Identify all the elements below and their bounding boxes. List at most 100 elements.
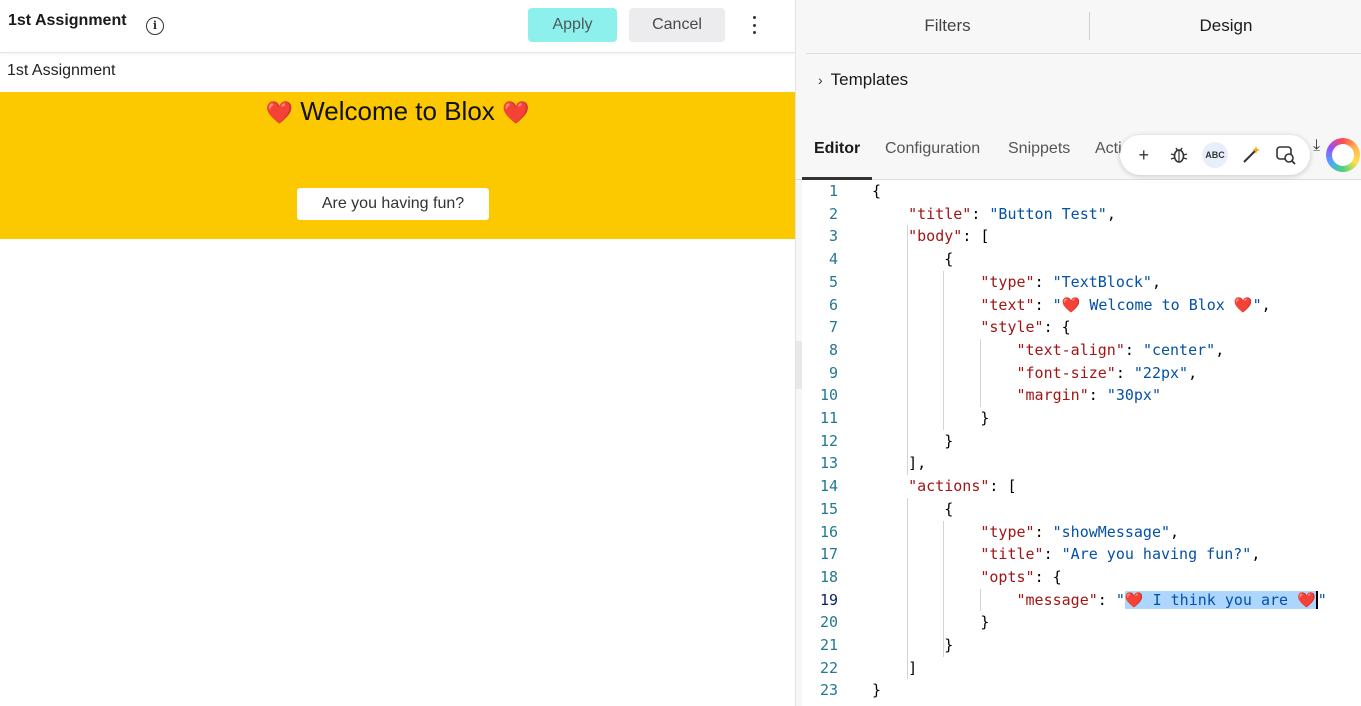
- code-line[interactable]: 6 "text": "❤️ Welcome to Blox ❤️",: [802, 294, 1361, 317]
- line-number: 13: [819, 454, 838, 473]
- code-line[interactable]: 17 "title": "Are you having fun?",: [802, 543, 1361, 566]
- download-icon[interactable]: ⤓: [1313, 137, 1320, 155]
- code-line[interactable]: 11 }: [802, 407, 1361, 430]
- cancel-button[interactable]: Cancel: [629, 8, 725, 42]
- code-text: }: [872, 431, 954, 450]
- code-text: "actions": [: [908, 477, 1017, 496]
- line-number: 22: [819, 658, 838, 677]
- search-chat-icon[interactable]: [1273, 142, 1299, 168]
- code-line[interactable]: 13 ],: [802, 452, 1361, 475]
- code-line[interactable]: 7 "style": {: [802, 316, 1361, 339]
- line-number: 9: [828, 363, 838, 382]
- code-line[interactable]: 10 "margin": "30px": [802, 384, 1361, 407]
- indent-guide: [907, 225, 909, 476]
- banner-text: Welcome to Blox: [300, 96, 495, 126]
- line-number: 17: [819, 545, 838, 564]
- code-text: "title": "Are you having fun?",: [980, 545, 1261, 564]
- line-number: 12: [819, 431, 838, 450]
- card-banner: ❤️ Welcome to Blox ❤️ Are you having fun…: [0, 92, 795, 239]
- code-line[interactable]: 2 "title": "Button Test",: [802, 203, 1361, 226]
- code-line[interactable]: 3 "body": [: [802, 225, 1361, 248]
- code-text: "style": {: [980, 318, 1071, 337]
- templates-expander[interactable]: › Templates: [818, 70, 908, 90]
- code-line[interactable]: 14 "actions": [: [802, 475, 1361, 498]
- line-number: 1: [828, 182, 838, 200]
- code-line[interactable]: 4 {: [802, 248, 1361, 271]
- fun-button[interactable]: Are you having fun?: [297, 188, 489, 220]
- tab-configuration[interactable]: Configuration: [885, 140, 980, 158]
- code-text: ],: [872, 454, 927, 473]
- code-text: "type": "TextBlock",: [980, 272, 1161, 291]
- code-text: "text-align": "center",: [1016, 340, 1225, 359]
- assistant-logo-icon[interactable]: [1326, 138, 1360, 172]
- code-text: {: [872, 499, 954, 518]
- code-line[interactable]: 9 "font-size": "22px",: [802, 362, 1361, 385]
- indent-guide: [979, 588, 981, 612]
- line-number: 10: [819, 386, 838, 405]
- code-text: "opts": {: [980, 567, 1062, 586]
- code-editor[interactable]: 1{2 "title": "Button Test", 3 "body": [4 …: [802, 180, 1361, 706]
- code-line[interactable]: 22 ]: [802, 657, 1361, 680]
- code-text: "message": "❤️ I think you are ❤️ ": [1016, 590, 1327, 610]
- line-number: 19: [819, 590, 838, 609]
- magic-wand-icon[interactable]: [1238, 142, 1264, 168]
- tab-snippets[interactable]: Snippets: [1008, 140, 1070, 158]
- code-line[interactable]: 8 "text-align": "center",: [802, 339, 1361, 362]
- code-line[interactable]: 23}: [802, 679, 1361, 702]
- line-number: 20: [819, 613, 838, 632]
- apply-button[interactable]: Apply: [528, 8, 617, 42]
- indent-guide: [979, 338, 981, 407]
- more-options-icon[interactable]: [746, 14, 762, 36]
- code-line[interactable]: 19 "message": "❤️ I think you are ❤️ ": [802, 589, 1361, 612]
- templates-label: Templates: [830, 70, 909, 89]
- indent-guide: [907, 497, 909, 680]
- code-line[interactable]: 12 }: [802, 430, 1361, 453]
- spellcheck-icon[interactable]: ABC: [1201, 142, 1228, 168]
- code-line[interactable]: 5 "type": "TextBlock",: [802, 271, 1361, 294]
- heart-icon: ❤️: [265, 100, 293, 125]
- line-number: 14: [819, 477, 838, 496]
- code-line[interactable]: 21 }: [802, 634, 1361, 657]
- code-text: "text": "❤️ Welcome to Blox ❤️",: [980, 295, 1271, 314]
- code-text: "font-size": "22px",: [1016, 363, 1198, 382]
- info-icon[interactable]: i: [146, 17, 164, 35]
- bug-icon[interactable]: [1166, 142, 1192, 168]
- preview-pane: 1st Assignment i Apply Cancel 1st Assign…: [0, 0, 795, 706]
- line-number: 3: [828, 227, 838, 246]
- line-number: 15: [819, 499, 838, 518]
- indent-guide: [943, 520, 945, 657]
- code-line[interactable]: 15 {: [802, 498, 1361, 521]
- design-panel: Filters Design › Templates Editor Configu…: [795, 0, 1361, 706]
- code-text: }: [872, 636, 954, 654]
- code-text: "title": "Button Test",: [908, 204, 1116, 223]
- tab-design[interactable]: Design: [1090, 0, 1361, 53]
- line-number: 21: [819, 636, 838, 654]
- tab-filters[interactable]: Filters: [806, 0, 1089, 53]
- page-title: 1st Assignment: [8, 12, 127, 29]
- code-line[interactable]: 18 "opts": {: [802, 566, 1361, 589]
- banner-heading: ❤️ Welcome to Blox ❤️: [0, 96, 795, 127]
- code-text: "body": [: [908, 227, 990, 246]
- code-line[interactable]: 1{: [802, 180, 1361, 203]
- line-number: 2: [828, 204, 838, 223]
- line-number: 18: [819, 567, 838, 586]
- code-text: "type": "showMessage",: [980, 522, 1180, 541]
- panel-tabs: Filters Design: [806, 0, 1361, 54]
- code-line[interactable]: 16 "type": "showMessage",: [802, 521, 1361, 544]
- tab-editor[interactable]: Editor: [814, 140, 860, 158]
- code-text: "margin": "30px": [1016, 386, 1162, 405]
- code-text: {: [872, 182, 882, 200]
- line-number: 11: [819, 409, 838, 427]
- code-line[interactable]: 20 }: [802, 611, 1361, 634]
- plus-icon[interactable]: +: [1131, 142, 1157, 168]
- line-number: 16: [819, 522, 838, 541]
- line-number: 4: [828, 250, 838, 269]
- line-number: 8: [828, 340, 838, 359]
- chevron-right-icon: ›: [818, 72, 823, 88]
- heart-icon: ❤️: [502, 100, 530, 125]
- code-text: ]: [872, 658, 918, 677]
- top-bar: 1st Assignment i Apply Cancel: [0, 0, 795, 53]
- card-label: 1st Assignment: [7, 62, 116, 79]
- tab-actions[interactable]: Acti: [1095, 140, 1122, 158]
- line-number: 5: [828, 272, 838, 291]
